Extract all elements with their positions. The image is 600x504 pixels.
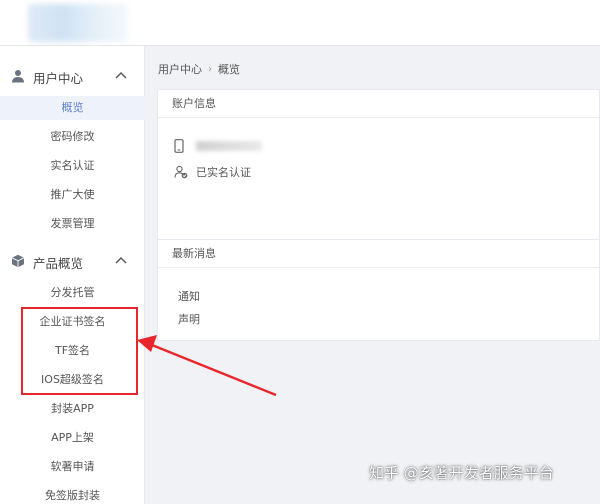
phone-row <box>174 139 262 153</box>
card-title: 账户信息 <box>158 90 599 118</box>
card-title: 最新消息 <box>158 240 599 268</box>
news-item-statement[interactable]: 声明 <box>178 311 200 327</box>
news-item-notice[interactable]: 通知 <box>178 288 200 304</box>
verified-user-icon <box>174 165 188 179</box>
breadcrumb-root[interactable]: 用户中心 <box>158 61 202 77</box>
main-content: 用户中心 › 概览 账户信息 已实名认证 最新消息 通知 声明 <box>145 46 600 504</box>
phone-icon <box>174 139 184 153</box>
phone-number-redacted <box>196 141 262 151</box>
verified-status-text: 已实名认证 <box>196 166 251 179</box>
breadcrumb-separator: › <box>208 63 212 75</box>
verification-row: 已实名认证 <box>174 164 251 180</box>
breadcrumb: 用户中心 › 概览 <box>158 61 240 77</box>
breadcrumb-current: 概览 <box>218 63 240 76</box>
latest-news-card: 最新消息 通知 声明 <box>157 239 600 341</box>
watermark: 知乎 @亥著开发者服务平台 <box>369 464 554 482</box>
